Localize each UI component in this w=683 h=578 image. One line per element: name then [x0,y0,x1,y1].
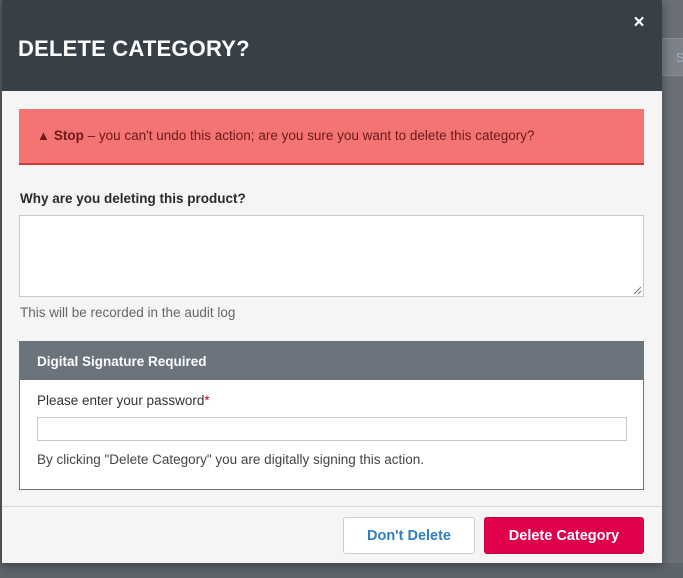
background-partial-text: S [676,50,683,65]
modal-footer: Don't Delete Delete Category [2,506,662,563]
resize-handle-icon[interactable] [632,285,642,295]
signature-note: By clicking "Delete Category" you are di… [37,452,425,467]
alert-strong-text: Stop [53,128,84,143]
reason-textarea[interactable] [19,215,644,297]
delete-category-modal: DELETE CATEGORY? × ▲ Stop – you can't und… [2,0,662,563]
warning-triangle-icon: ▲ [37,128,50,143]
required-marker: * [204,393,210,408]
password-label: Please enter your password* [37,393,210,408]
reason-label: Why are you deleting this product? [20,191,246,206]
reason-help-text: This will be recorded in the audit log [20,305,236,320]
background-page-strip: S [662,0,683,578]
password-label-text: Please enter your password [37,393,205,408]
modal-title: DELETE CATEGORY? [18,36,250,61]
dont-delete-button[interactable]: Don't Delete [343,517,475,554]
warning-alert: ▲ Stop – you can't undo this action; are … [19,109,644,165]
modal-header: DELETE CATEGORY? × [2,0,662,91]
background-bottom [0,563,683,578]
close-icon[interactable]: × [628,12,650,34]
signature-header: Digital Signature Required [20,342,643,380]
alert-message: – you can't undo this action; are you su… [83,128,535,143]
digital-signature-panel: Digital Signature Required Please enter … [19,341,644,490]
password-input[interactable] [37,417,627,441]
delete-category-button[interactable]: Delete Category [484,517,644,554]
